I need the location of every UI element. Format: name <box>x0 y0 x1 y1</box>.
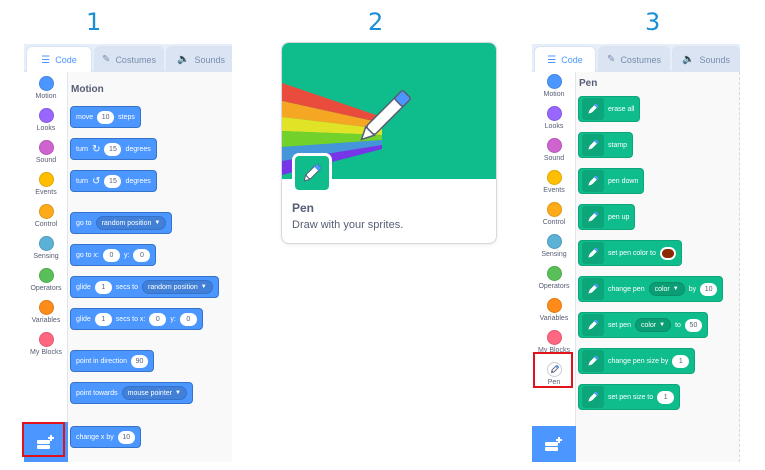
category-my-blocks[interactable]: My Blocks <box>24 332 68 356</box>
block-set-pen-param[interactable]: set pen color ▼ to 50 <box>578 312 708 338</box>
pen-extension-card[interactable]: Pen Draw with your sprites. <box>281 42 497 244</box>
category-my-blocks[interactable]: My Blocks <box>532 330 576 354</box>
pen-icon <box>582 350 604 372</box>
category-sensing[interactable]: Sensing <box>24 236 68 260</box>
category-sound[interactable]: Sound <box>532 138 576 162</box>
dropdown-arrow-icon: ▼ <box>175 390 181 396</box>
pen-param-dropdown[interactable]: color ▼ <box>634 318 672 332</box>
block-point-direction[interactable]: point in direction 90 <box>70 350 154 372</box>
pen-icon <box>582 386 604 408</box>
pen-icon <box>582 242 604 264</box>
code-icon: ☰ <box>41 54 51 66</box>
blocks-palette: Pen erase all stamp pen down pen up set … <box>576 72 740 462</box>
tab-code[interactable]: ☰ Code <box>534 46 596 73</box>
category-operators[interactable]: Operators <box>24 268 68 292</box>
palette-heading: Pen <box>579 78 598 89</box>
step-number-1: 1 <box>86 8 102 36</box>
speaker-icon: 🔈 <box>177 54 190 65</box>
block-stamp[interactable]: stamp <box>578 132 634 158</box>
pen-icon <box>582 134 604 156</box>
dropdown-arrow-icon: ▼ <box>659 322 666 328</box>
block-point-towards[interactable]: point towards mouse pointer ▼ <box>70 382 193 404</box>
pen-icon <box>303 163 322 182</box>
rotate-clockwise-icon: ↻ <box>92 143 101 155</box>
block-move-steps[interactable]: move 10 steps <box>70 106 141 128</box>
tutorial-figure: 1 2 3 ☰ Code ✎ Costumes 🔈 Sounds Motion … <box>0 0 765 470</box>
dropdown-arrow-icon: ▼ <box>154 220 161 226</box>
block-pen-up[interactable]: pen up <box>578 204 636 230</box>
pen-icon <box>582 206 604 228</box>
dropdown-arrow-icon: ▼ <box>672 286 679 292</box>
speaker-icon: 🔈 <box>682 54 695 65</box>
category-sensing[interactable]: Sensing <box>532 234 576 258</box>
rotate-counterclockwise-icon: ↺ <box>92 175 101 187</box>
block-change-x[interactable]: change x by 10 <box>70 426 141 448</box>
pen-icon <box>582 314 604 336</box>
category-motion[interactable]: Motion <box>24 76 68 100</box>
tab-sounds[interactable]: 🔈 Sounds <box>166 46 232 72</box>
code-icon: ☰ <box>547 54 557 66</box>
category-events[interactable]: Events <box>24 172 68 196</box>
pen-icon <box>582 98 604 120</box>
add-extension-icon <box>545 437 562 451</box>
color-swatch[interactable] <box>659 246 676 260</box>
editor-panel-pen: ☰ Code ✎ Costumes 🔈 Sounds Motion Looks … <box>532 44 740 462</box>
block-turn-left[interactable]: turn ↺ 15 degrees <box>70 170 157 192</box>
category-control[interactable]: Control <box>24 204 68 228</box>
block-change-pen-size[interactable]: change pen size by 1 <box>578 348 696 374</box>
point-towards-dropdown[interactable]: mouse pointer ▼ <box>121 386 187 400</box>
brush-icon: ✎ <box>607 54 616 65</box>
block-pen-down[interactable]: pen down <box>578 168 645 194</box>
block-go-to-xy[interactable]: go to x: 0 y: 0 <box>70 244 157 266</box>
category-motion[interactable]: Motion <box>532 74 576 98</box>
category-menu: Motion Looks Sound Events Control Sensin… <box>532 72 576 462</box>
block-erase-all[interactable]: erase all <box>578 96 641 122</box>
glide-dropdown[interactable]: random position ▼ <box>141 280 213 294</box>
tab-costumes[interactable]: ✎ Costumes <box>94 46 164 72</box>
category-sound[interactable]: Sound <box>24 140 68 164</box>
pen-icon <box>582 170 604 192</box>
editor-tabs: ☰ Code ✎ Costumes 🔈 Sounds <box>532 44 740 73</box>
category-operators[interactable]: Operators <box>532 266 576 290</box>
go-to-dropdown[interactable]: random position ▼ <box>95 216 167 230</box>
category-looks[interactable]: Looks <box>532 106 576 130</box>
highlight-pen-category <box>533 352 573 388</box>
tab-code[interactable]: ☰ Code <box>26 46 92 73</box>
pen-param-dropdown[interactable]: color ▼ <box>648 282 685 296</box>
tab-costumes[interactable]: ✎ Costumes <box>598 46 670 72</box>
pen-icon <box>582 278 604 300</box>
palette-heading: Motion <box>71 84 104 95</box>
block-set-pen-size[interactable]: set pen size to 1 <box>578 384 681 410</box>
block-set-pen-color[interactable]: set pen color to <box>578 240 682 266</box>
category-control[interactable]: Control <box>532 202 576 226</box>
blocks-palette: Motion move 10 steps turn ↻ 15 degrees turn ↺ 1… <box>68 72 232 462</box>
step-number-2: 2 <box>368 8 384 36</box>
editor-tabs: ☰ Code ✎ Costumes 🔈 Sounds <box>24 44 232 73</box>
extension-description: Draw with your sprites. <box>292 219 404 231</box>
category-variables[interactable]: Variables <box>24 300 68 324</box>
category-menu: Motion Looks Sound Events Control Sensin… <box>24 72 68 462</box>
highlight-add-extension <box>22 422 65 457</box>
block-glide-to[interactable]: glide 1 secs to random position ▼ <box>70 276 219 298</box>
tab-sounds[interactable]: 🔈 Sounds <box>672 46 740 72</box>
category-looks[interactable]: Looks <box>24 108 68 132</box>
category-events[interactable]: Events <box>532 170 576 194</box>
pen-extension-icon <box>292 153 332 193</box>
editor-panel-motion: ☰ Code ✎ Costumes 🔈 Sounds Motion Looks … <box>24 44 232 462</box>
block-glide-xy[interactable]: glide 1 secs to x: 0 y: 0 <box>70 308 203 330</box>
step-number-3: 3 <box>645 8 661 36</box>
block-change-pen-param[interactable]: change pen color ▼ by 10 <box>578 276 724 302</box>
block-turn-right[interactable]: turn ↻ 15 degrees <box>70 138 157 160</box>
block-go-to[interactable]: go to random position ▼ <box>70 212 173 234</box>
add-extension-button[interactable] <box>532 426 576 462</box>
extension-title: Pen <box>292 201 315 215</box>
brush-icon: ✎ <box>102 54 111 65</box>
category-variables[interactable]: Variables <box>532 298 576 322</box>
dropdown-arrow-icon: ▼ <box>200 284 207 290</box>
palette-edge <box>739 72 740 462</box>
